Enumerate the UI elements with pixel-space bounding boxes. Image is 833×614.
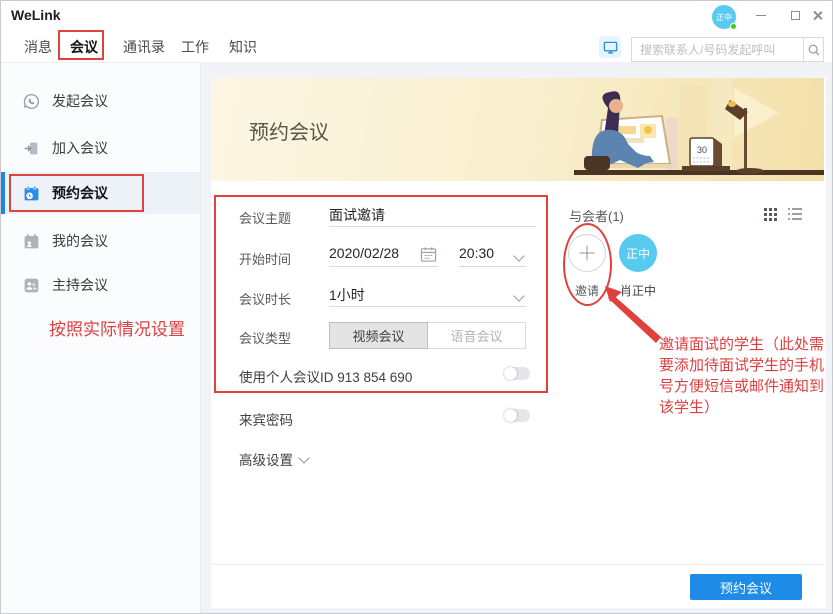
type-voice-button[interactable]: 语音会议 (428, 322, 526, 349)
nav-bar: 消息 会议 通讯录 工作 知识 (1, 29, 832, 63)
date-value: 2020/02/28 (329, 245, 399, 261)
user-avatar-initials: 正中 (716, 12, 732, 23)
sidebar: 发起会议 加入会议 预约会议 (1, 63, 201, 613)
participant-avatar-text: 正中 (626, 245, 650, 262)
calendar-schedule-icon (23, 185, 40, 202)
plus-icon (580, 246, 595, 261)
app-title: WeLink (11, 7, 61, 23)
tab-messages[interactable]: 消息 (24, 37, 52, 57)
participants-annotation-text: 邀请面试的学生（此处需要添加待面试学生的手机号方便短信或邮件通知到该学生） (659, 334, 831, 418)
duration-value: 1小时 (329, 287, 365, 303)
duration-label: 会议时长 (239, 289, 291, 308)
personal-id-label: 使用个人会议ID 913 854 690 (239, 366, 412, 386)
sidebar-item-join-meeting[interactable]: 加入会议 (1, 128, 200, 168)
sidebar-item-label: 我的会议 (52, 231, 108, 251)
invite-label: 邀请 (568, 282, 606, 299)
toggle-knob (504, 409, 517, 422)
invite-button[interactable] (568, 234, 606, 272)
tab-knowledge[interactable]: 知识 (229, 37, 257, 57)
personal-id-toggle[interactable] (504, 367, 530, 380)
participant-avatar[interactable]: 正中 (619, 234, 657, 272)
search-input[interactable] (632, 38, 803, 61)
advanced-settings-button[interactable]: 高级设置 (239, 449, 308, 469)
sidebar-item-label: 主持会议 (52, 275, 108, 295)
sidebar-item-schedule-meeting[interactable]: 预约会议 (1, 172, 200, 214)
subject-label: 会议主题 (239, 208, 291, 227)
maximize-button[interactable] (786, 7, 804, 23)
type-label: 会议类型 (239, 328, 291, 347)
sidebar-item-label: 发起会议 (52, 91, 108, 111)
meeting-type-toggle: 视频会议 语音会议 (329, 322, 526, 349)
close-icon (812, 10, 823, 21)
guest-password-toggle[interactable] (504, 409, 530, 422)
monitor-icon (603, 40, 618, 55)
sidebar-item-start-meeting[interactable]: 发起会议 (1, 81, 200, 121)
subject-input[interactable]: 面试邀请 (329, 205, 536, 227)
chevron-down-icon (298, 452, 309, 463)
participant-name: 肖正中 (612, 282, 664, 299)
welink-window: WeLink 正中 消息 会议 通讯录 工作 知识 (0, 0, 833, 614)
type-video-button[interactable]: 视频会议 (329, 322, 428, 349)
calendar-person-icon (23, 233, 40, 250)
minimize-button[interactable] (752, 7, 770, 23)
date-picker[interactable]: 2020/02/28 (329, 245, 438, 267)
search-icon (807, 43, 821, 57)
tab-work[interactable]: 工作 (181, 37, 209, 57)
host-people-icon (23, 277, 40, 294)
user-avatar[interactable]: 正中 (712, 5, 736, 29)
maximize-icon (791, 11, 800, 20)
sidebar-item-host-meeting[interactable]: 主持会议 (1, 265, 200, 305)
join-door-icon (23, 140, 40, 157)
list-view-icon (788, 208, 802, 220)
grid-view-button[interactable] (763, 207, 778, 221)
guest-password-label: 来宾密码 (239, 409, 293, 429)
sidebar-item-my-meetings[interactable]: 我的会议 (1, 221, 200, 261)
phone-call-icon (23, 93, 40, 110)
tab-contacts[interactable]: 通讯录 (123, 37, 165, 57)
sidebar-item-label: 加入会议 (52, 138, 108, 158)
list-view-button[interactable] (787, 207, 802, 221)
screen-share-button[interactable] (599, 36, 621, 58)
subject-value: 面试邀请 (329, 207, 385, 223)
duration-select[interactable]: 1小时 (329, 285, 526, 307)
toggle-knob (504, 367, 517, 380)
page-title: 预约会议 (249, 116, 329, 145)
footer-divider (211, 564, 824, 565)
time-value: 20:30 (459, 245, 494, 261)
close-button[interactable] (808, 7, 826, 23)
search-box (631, 37, 824, 62)
search-button[interactable] (803, 38, 823, 61)
banner: 预约会议 (211, 78, 824, 181)
schedule-meeting-panel: 预约会议 (211, 78, 826, 608)
advanced-settings-label: 高级设置 (239, 449, 293, 469)
schedule-submit-button[interactable]: 预约会议 (690, 574, 802, 600)
annotation-box-meetings-tab (58, 30, 104, 60)
time-picker[interactable]: 20:30 (459, 245, 526, 267)
banner-illustration: 30 (574, 78, 824, 181)
minimize-icon (756, 15, 766, 16)
sidebar-item-label: 预约会议 (52, 183, 108, 203)
chevron-down-icon (515, 252, 524, 261)
start-time-label: 开始时间 (239, 249, 291, 268)
sidebar-annotation-text: 按照实际情况设置 (49, 315, 185, 340)
chevron-down-icon (515, 292, 524, 301)
calendar-icon (420, 246, 437, 263)
grid-view-icon (764, 208, 777, 221)
title-bar: WeLink 正中 (1, 1, 832, 29)
participants-title: 与会者(1) (569, 206, 624, 225)
svg-text:30: 30 (697, 145, 707, 155)
